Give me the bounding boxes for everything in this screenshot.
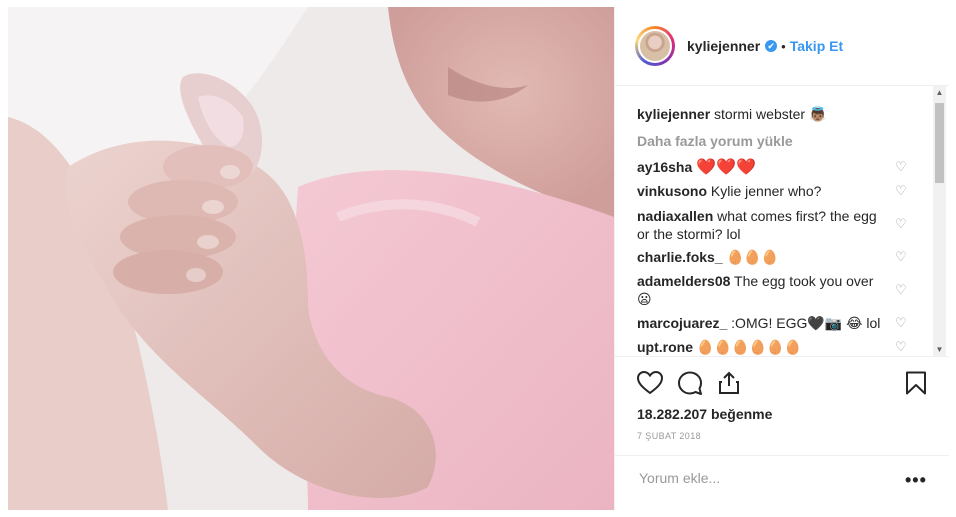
comment-username[interactable]: marcojuarez_ bbox=[637, 315, 727, 331]
separator-dot: • bbox=[781, 38, 786, 54]
post-username[interactable]: kyliejenner bbox=[687, 38, 760, 54]
comment-item: vinkusono Kylie jenner who? bbox=[637, 182, 917, 200]
post-side-panel: kyliejenner ✔ • Takip Et kyliejenner sto… bbox=[614, 7, 949, 510]
verified-icon: ✔ bbox=[765, 40, 778, 52]
comment-text: Kylie jenner who? bbox=[710, 183, 822, 199]
post-header: kyliejenner ✔ • Takip Et bbox=[615, 7, 949, 86]
post-photo[interactable] bbox=[8, 7, 614, 510]
comment-icon[interactable] bbox=[677, 371, 703, 400]
comment-username[interactable]: vinkusono bbox=[637, 183, 707, 199]
bookmark-icon[interactable] bbox=[905, 371, 927, 400]
comment-username[interactable]: upt.rone bbox=[637, 339, 693, 355]
avatar-image bbox=[638, 29, 672, 63]
comment-item: marcojuarez_ :OMG! EGG🖤📷 😂 lol bbox=[637, 314, 887, 332]
comment-like-heart-icon[interactable]: ♡ bbox=[895, 338, 907, 356]
more-options-icon[interactable]: ••• bbox=[905, 470, 927, 491]
share-icon[interactable] bbox=[717, 371, 741, 400]
comment-text: 🥚🥚🥚🥚🥚🥚 bbox=[696, 339, 802, 355]
follow-button[interactable]: Takip Et bbox=[790, 38, 843, 54]
like-count[interactable]: 18.282.207 beğenme bbox=[637, 406, 772, 422]
comments-scrollbar[interactable]: ▲ ▼ bbox=[933, 86, 946, 356]
comment-item: adamelders08 The egg took you over 😦 bbox=[637, 272, 887, 308]
comment-text: ❤️❤️❤️ bbox=[696, 159, 756, 176]
comment-like-heart-icon[interactable]: ♡ bbox=[895, 182, 907, 200]
comment-item: charlie.foks_ 🥚🥚🥚 bbox=[637, 248, 917, 266]
comment-like-heart-icon[interactable]: ♡ bbox=[895, 158, 907, 176]
post-date: 7 ŞUBAT 2018 bbox=[637, 431, 702, 441]
comment-username[interactable]: adamelders08 bbox=[637, 273, 730, 289]
comments-list[interactable]: kyliejenner stormi webster 👼🏽 Daha fazla… bbox=[615, 86, 949, 356]
caption: kyliejenner stormi webster 👼🏽 bbox=[637, 105, 917, 123]
action-bar bbox=[615, 356, 949, 406]
comment-username[interactable]: nadiaxallen bbox=[637, 208, 713, 224]
comment-username[interactable]: charlie.foks_ bbox=[637, 249, 723, 265]
avatar[interactable] bbox=[635, 26, 675, 66]
comment-text: :OMG! EGG🖤📷 😂 lol bbox=[731, 315, 881, 331]
scroll-up-arrow-icon[interactable]: ▲ bbox=[933, 86, 946, 99]
comment-item: nadiaxallen what comes first? the egg or… bbox=[637, 207, 887, 243]
baby-hand-photo bbox=[8, 7, 614, 510]
scroll-down-arrow-icon[interactable]: ▼ bbox=[933, 343, 946, 356]
caption-text: stormi webster 👼🏽 bbox=[714, 106, 827, 122]
comment-like-heart-icon[interactable]: ♡ bbox=[895, 281, 907, 299]
caption-username[interactable]: kyliejenner bbox=[637, 106, 710, 122]
load-more-comments-button[interactable]: Daha fazla yorum yükle bbox=[637, 132, 917, 150]
comment-item: ay16sha ❤️❤️❤️ bbox=[637, 158, 917, 177]
comment-like-heart-icon[interactable]: ♡ bbox=[895, 248, 907, 266]
comment-item: upt.rone 🥚🥚🥚🥚🥚🥚 bbox=[637, 338, 917, 356]
comment-username[interactable]: ay16sha bbox=[637, 159, 692, 175]
scrollbar-thumb[interactable] bbox=[935, 103, 944, 183]
add-comment-input[interactable] bbox=[637, 469, 881, 487]
comment-like-heart-icon[interactable]: ♡ bbox=[895, 314, 907, 332]
comment-text: 🥚🥚🥚 bbox=[726, 249, 779, 265]
add-comment-section: ••• bbox=[615, 455, 949, 510]
heart-icon[interactable] bbox=[636, 370, 664, 400]
comment-like-heart-icon[interactable]: ♡ bbox=[895, 215, 907, 233]
